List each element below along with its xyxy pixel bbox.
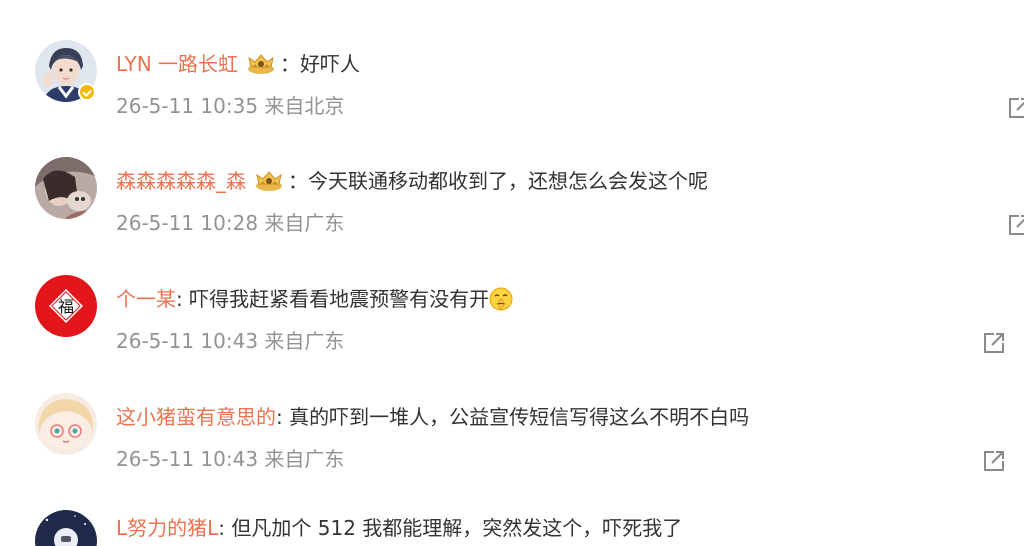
comment-item: 这小猪蛮有意思的: 真的吓到一堆人，公益宣传短信写得这么不明不白吗 26-5-1… <box>0 393 1024 510</box>
comment-line: 森森森森森_森 ：今天联通移动都收到了，还想怎么会发这个呢 <box>116 167 708 195</box>
comment-text: 今天联通移动都收到了，还想怎么会发这个呢 <box>308 169 708 193</box>
username-link[interactable]: 个一某 <box>116 287 176 311</box>
comment-line: L努力的猪L: 但凡加个 512 我都能理解，突然发这个，吓死我了 <box>116 514 682 542</box>
separator: : <box>176 287 190 311</box>
comment-line: 这小猪蛮有意思的: 真的吓到一堆人，公益宣传短信写得这么不明不白吗 <box>116 403 749 431</box>
svg-text:福: 福 <box>58 297 74 316</box>
share-icon[interactable] <box>1006 95 1024 121</box>
crown-badge-icon <box>248 54 275 74</box>
comment-meta: 26-5-11 10:35 来自北京 <box>116 94 345 118</box>
shushing-face-emoji-icon <box>489 287 513 311</box>
comment-text: 吓得我赶紧看看地震预警有没有开 <box>189 287 490 311</box>
username-link[interactable]: L努力的猪L <box>116 516 218 540</box>
username-link[interactable]: LYN 一路长虹 <box>116 52 238 76</box>
separator: ： <box>288 169 308 193</box>
comment-item: L努力的猪L: 但凡加个 512 我都能理解，突然发这个，吓死我了 <box>0 510 1024 546</box>
comment-text: 真的吓到一堆人，公益宣传短信写得这么不明不白吗 <box>289 405 750 429</box>
comment-item: LYN 一路长虹 ：好吓人 26-5-11 10:35 来自北京 <box>0 40 1024 157</box>
comment-item: 森森森森森_森 ：今天联通移动都收到了，还想怎么会发这个呢 26-5-11 10… <box>0 157 1024 274</box>
comment-text: 好吓人 <box>300 52 361 76</box>
comment-text: 但凡加个 512 我都能理解，突然发这个，吓死我了 <box>231 516 683 540</box>
separator: ： <box>280 52 301 76</box>
avatar[interactable] <box>35 510 97 546</box>
share-icon[interactable] <box>981 448 1007 474</box>
separator: : <box>276 405 290 429</box>
username-link[interactable]: 森森森森森_森 <box>116 169 246 193</box>
crown-badge-icon <box>256 171 282 191</box>
comment-line: 个一某: 吓得我赶紧看看地震预警有没有开 <box>116 285 513 313</box>
share-icon[interactable] <box>1006 212 1024 238</box>
comment-line: LYN 一路长虹 ：好吓人 <box>116 50 360 78</box>
verified-badge-icon <box>78 83 96 101</box>
separator: : <box>218 516 232 540</box>
share-icon[interactable] <box>981 330 1007 356</box>
comment-meta: 26-5-11 10:43 来自广东 <box>116 329 345 353</box>
avatar[interactable]: 福 <box>35 275 97 337</box>
avatar[interactable] <box>35 157 97 219</box>
comment-meta: 26-5-11 10:43 来自广东 <box>116 447 345 471</box>
avatar[interactable] <box>35 393 97 455</box>
comment-item: 福 个一某: 吓得我赶紧看看地震预警有没有开 26-5-11 10:43 来自广… <box>0 275 1024 392</box>
username-link[interactable]: 这小猪蛮有意思的 <box>116 405 276 429</box>
comment-meta: 26-5-11 10:28 来自广东 <box>116 211 345 235</box>
